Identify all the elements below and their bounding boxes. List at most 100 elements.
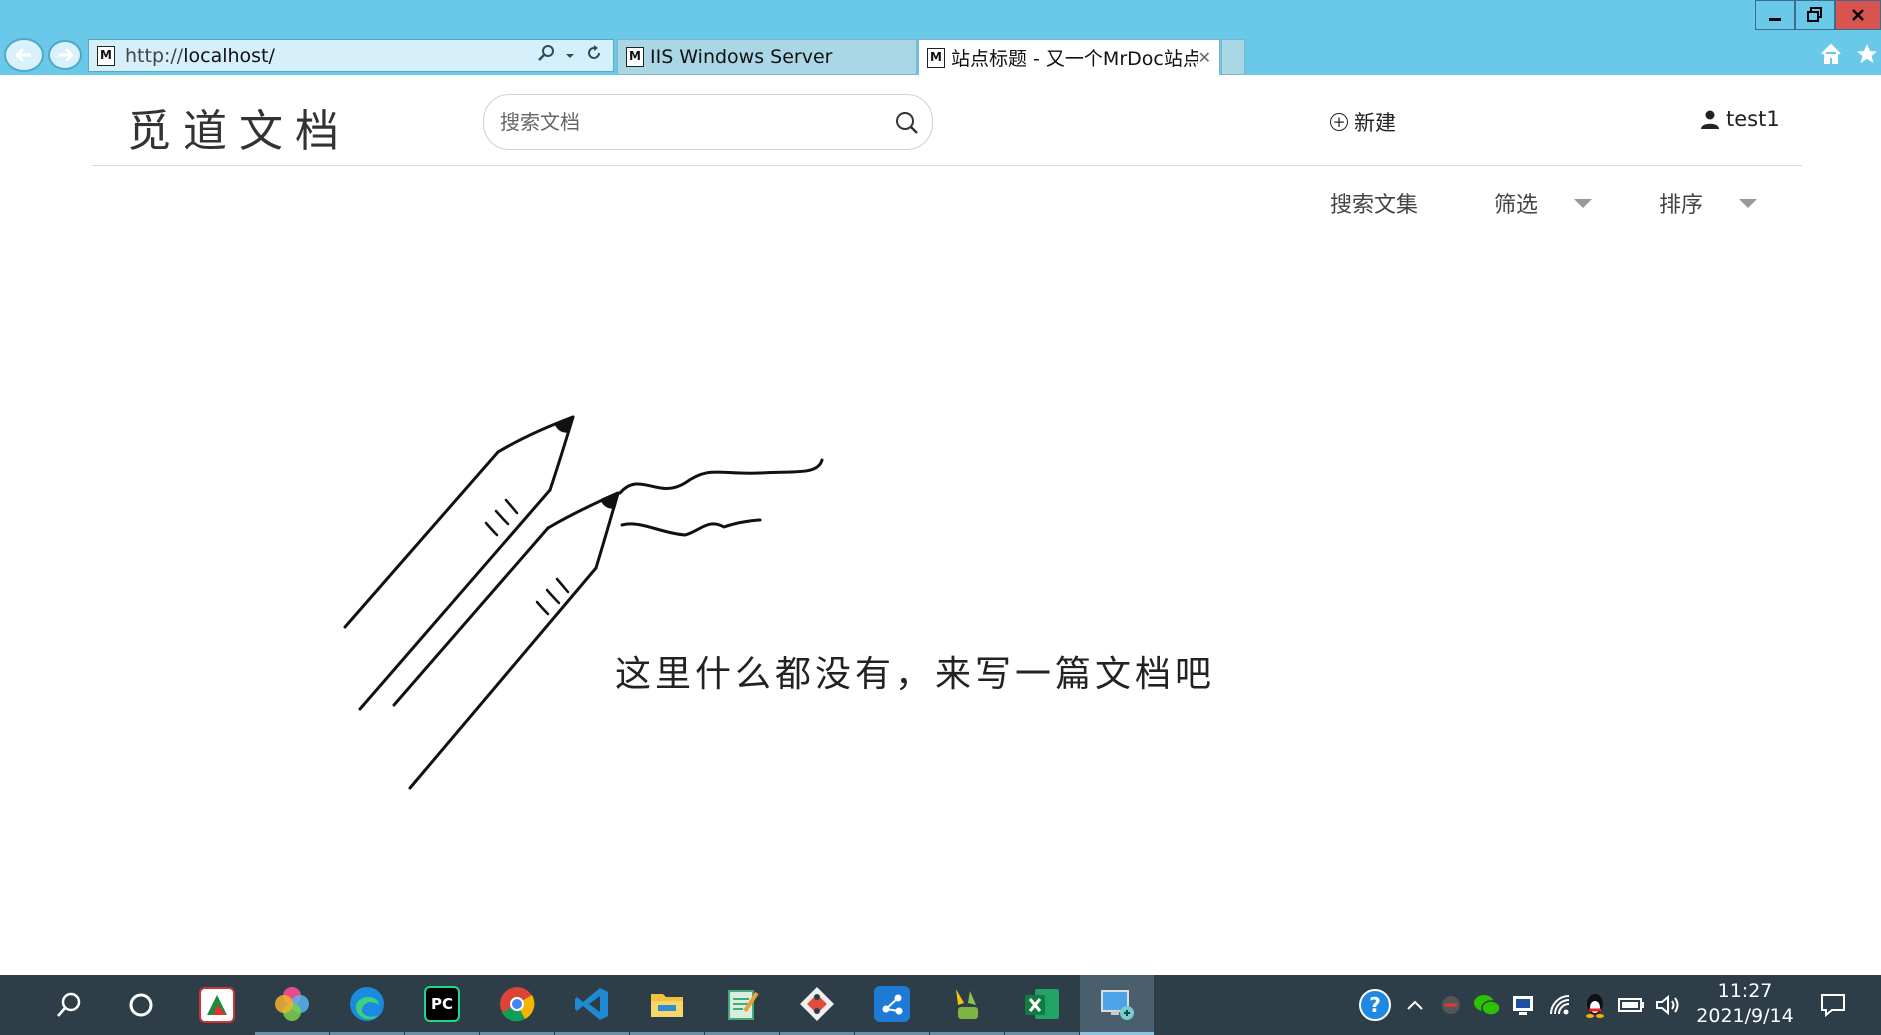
volume-tray-icon[interactable]	[1652, 975, 1684, 1035]
back-icon	[14, 47, 31, 63]
browser-toolbar-right	[1817, 40, 1881, 68]
back-button[interactable]	[4, 38, 44, 72]
taskbar-app-photos[interactable]	[255, 975, 329, 1035]
windows-taskbar: PC ? 11:27 2021/9/14	[0, 975, 1881, 1035]
taskbar-app-notepad[interactable]	[705, 975, 779, 1035]
start-button[interactable]	[0, 975, 10, 1035]
clock-date: 2021/9/14	[1696, 1005, 1794, 1027]
restore-button[interactable]	[1795, 0, 1835, 30]
cortana-icon	[129, 993, 153, 1017]
taskbar-clock[interactable]: 11:27 2021/9/14	[1690, 979, 1800, 1029]
home-icon[interactable]	[1817, 40, 1845, 68]
header-divider	[92, 165, 1802, 166]
doc-search-box[interactable]	[483, 94, 933, 150]
tray-app-icon[interactable]	[1436, 975, 1466, 1035]
tab-title: 站点标题 - 又一个MrDoc站点	[951, 48, 1198, 70]
new-tab-button[interactable]	[1221, 39, 1245, 75]
battery-icon	[1618, 998, 1644, 1012]
file-explorer-icon	[651, 993, 683, 1017]
search-input[interactable]	[500, 110, 880, 134]
restore-icon	[1807, 7, 1822, 22]
excel-icon	[1025, 988, 1059, 1019]
site-logo[interactable]: 觅道文档	[127, 95, 351, 159]
remote-desktop-icon	[1101, 989, 1134, 1020]
battery-tray-icon[interactable]	[1616, 975, 1648, 1035]
address-bar[interactable]: M http://localhost/	[88, 39, 614, 72]
tab-favicon-icon: M	[626, 47, 644, 67]
search-collections-label: 搜索文集	[1330, 193, 1419, 218]
site-favicon-icon: M	[97, 45, 115, 66]
taskbar-app-chrome[interactable]	[480, 975, 554, 1035]
taskbar-app-git[interactable]	[780, 975, 854, 1035]
taskbar-app-pycharm[interactable]: PC	[405, 975, 479, 1035]
taskbar-app-excel[interactable]	[1005, 975, 1079, 1035]
wechat-tray-icon[interactable]	[1472, 975, 1502, 1035]
vscode-icon	[575, 987, 608, 1020]
photos-icon	[275, 986, 309, 1021]
window-controls	[1755, 0, 1881, 30]
close-icon	[1852, 9, 1864, 21]
navicat-icon	[956, 988, 978, 1019]
monitor-icon	[1513, 996, 1533, 1015]
tab-mrdoc-site[interactable]: M 站点标题 - 又一个MrDoc站点 ✕	[918, 39, 1220, 75]
user-icon	[1701, 110, 1719, 129]
close-icon[interactable]: ✕	[1198, 48, 1211, 67]
caret-down-icon	[1739, 198, 1758, 208]
forward-icon	[58, 47, 75, 63]
url-scheme: http://	[125, 44, 184, 67]
speaker-icon	[1656, 994, 1679, 1016]
new-label: 新建	[1354, 111, 1396, 135]
new-button[interactable]: + 新建	[1330, 107, 1396, 137]
clock-time: 11:27	[1717, 980, 1773, 1002]
taskbar-search-button[interactable]	[32, 975, 106, 1035]
wechat-icon	[1474, 995, 1501, 1016]
caret-down-icon	[1574, 198, 1593, 208]
wifi-icon	[1550, 995, 1570, 1015]
chevron-up-icon	[1407, 1000, 1423, 1010]
search-collections-link[interactable]: 搜索文集	[1330, 187, 1418, 219]
display-tray-icon[interactable]	[1508, 975, 1538, 1035]
sort-label: 排序	[1659, 193, 1704, 218]
favorites-star-icon[interactable]	[1853, 40, 1881, 68]
taskbar-app-file-explorer[interactable]	[630, 975, 704, 1035]
tab-iis-windows-server[interactable]: M IIS Windows Server	[617, 39, 917, 75]
search-icon[interactable]	[894, 110, 920, 136]
search-icon[interactable]	[537, 44, 555, 67]
help-icon: ?	[1359, 989, 1391, 1021]
action-center-button[interactable]	[1815, 975, 1851, 1035]
qq-tray-icon[interactable]	[1580, 975, 1610, 1035]
empty-state-pens-illustration	[343, 415, 824, 790]
refresh-icon[interactable]	[585, 44, 603, 67]
app-tray-icon	[1442, 996, 1460, 1014]
taskbar-app-edge[interactable]	[330, 975, 404, 1035]
empty-state-message: 这里什么都没有，来写一篇文档吧	[615, 654, 1216, 695]
taskbar-app-vscode[interactable]	[555, 975, 629, 1035]
taskbar-app-remote-desktop[interactable]	[1080, 975, 1154, 1035]
edge-icon	[350, 986, 384, 1021]
taskbar-app-sourcetree[interactable]	[855, 975, 929, 1035]
cortana-button[interactable]	[104, 975, 178, 1035]
taskbar-app-navicat[interactable]	[930, 975, 1004, 1035]
chrome-icon	[500, 986, 535, 1021]
git-icon	[800, 986, 834, 1021]
filter-dropdown[interactable]: 筛选	[1494, 187, 1593, 219]
forward-button[interactable]	[48, 40, 82, 70]
sourcetree-icon	[874, 985, 910, 1022]
dropdown-icon[interactable]	[565, 45, 575, 66]
pycharm-icon: PC	[424, 985, 460, 1022]
help-tray-icon[interactable]: ?	[1355, 975, 1395, 1035]
sort-dropdown[interactable]: 排序	[1659, 187, 1758, 219]
minimize-button[interactable]	[1755, 0, 1795, 30]
taskbar-app-wps[interactable]	[180, 975, 254, 1035]
user-menu[interactable]: test1	[1700, 107, 1780, 131]
close-window-button[interactable]	[1835, 0, 1881, 30]
plus-circle-icon: +	[1330, 113, 1348, 131]
search-icon	[57, 992, 81, 1017]
minimize-icon	[1769, 18, 1781, 21]
show-hidden-icons-button[interactable]	[1400, 975, 1430, 1035]
svg-text:?: ?	[1369, 993, 1381, 1017]
wifi-tray-icon[interactable]	[1545, 975, 1575, 1035]
filter-label: 筛选	[1494, 193, 1539, 218]
browser-chrome: M http://localhost/ M IIS Windows Server…	[0, 0, 1881, 75]
address-url[interactable]: http://localhost/	[125, 45, 537, 67]
